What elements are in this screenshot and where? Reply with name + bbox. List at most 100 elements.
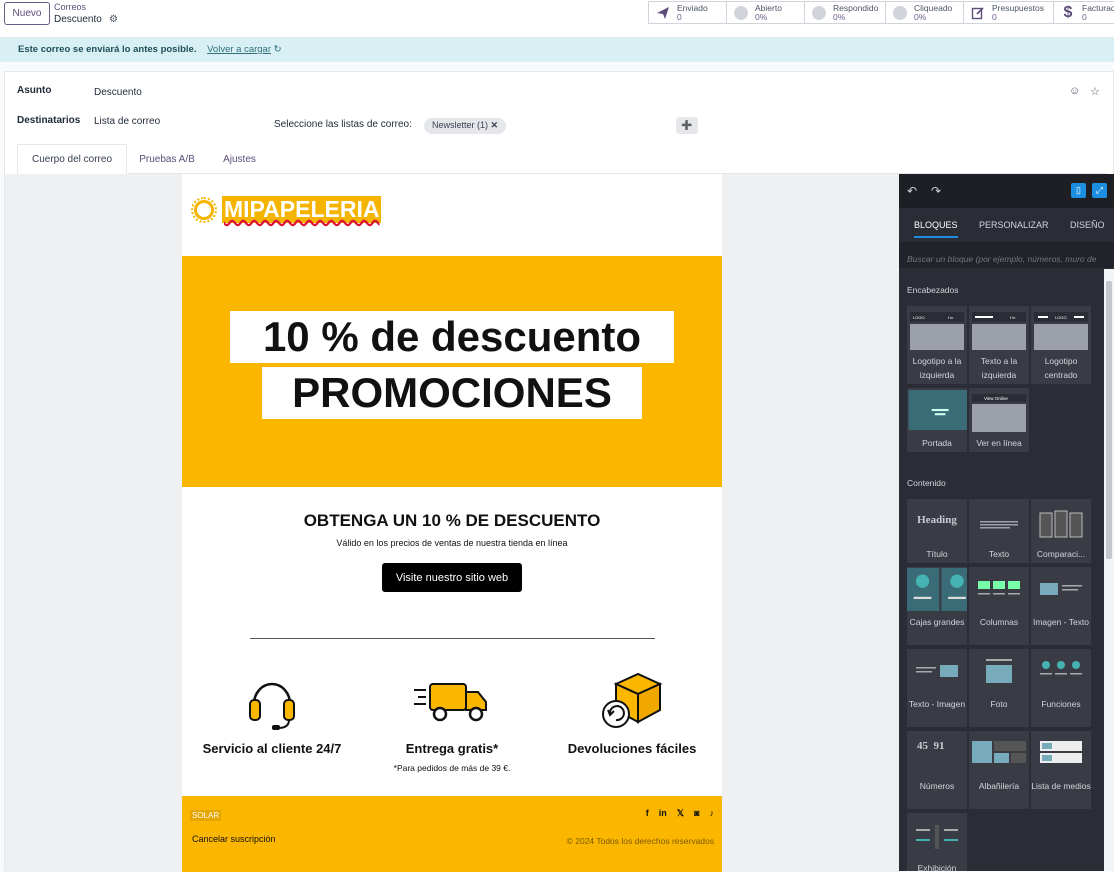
add-user-button[interactable]: ➕ bbox=[676, 117, 698, 134]
sidebar-scrollbar[interactable] bbox=[1104, 269, 1114, 871]
block-label: Texto - Imagen bbox=[908, 699, 966, 709]
instagram-icon[interactable]: ◙ bbox=[694, 808, 699, 819]
stat-label: Presupuestos bbox=[992, 2, 1044, 13]
block-text[interactable]: Texto bbox=[969, 499, 1029, 563]
tiktok-icon[interactable]: ♪ bbox=[710, 808, 715, 819]
block-thumbnail bbox=[1039, 510, 1083, 538]
hero-banner[interactable]: 10 % de descuento PROMOCIONES bbox=[182, 256, 722, 487]
block-text-left[interactable]: f in Texto a la izquierda bbox=[969, 306, 1029, 384]
scrollbar-thumb[interactable] bbox=[1106, 281, 1112, 559]
reload-link[interactable]: Volver a cargar bbox=[207, 44, 271, 55]
block-numbers[interactable]: 45 91 Números bbox=[907, 731, 967, 809]
email-footer[interactable]: SOLAR f in 𝕏 ◙ ♪ Cancelar suscripción © … bbox=[182, 796, 722, 872]
block-logo-centered[interactable]: LOGO Logotipo centrado bbox=[1031, 306, 1091, 384]
block-cover[interactable]: Portada bbox=[907, 388, 967, 452]
delivery-truck-icon bbox=[362, 669, 542, 733]
block-thumbnail: f in bbox=[972, 312, 1026, 350]
stat-invoiced-button[interactable]: $ Facturado0 bbox=[1053, 1, 1114, 24]
stat-label: Facturado bbox=[1082, 2, 1114, 13]
block-title[interactable]: Heading Título bbox=[907, 499, 967, 563]
stat-replied-button[interactable]: Respondido 0% bbox=[804, 1, 886, 24]
tab-settings[interactable]: Ajustes bbox=[212, 144, 267, 174]
block-thumbnail bbox=[1040, 741, 1082, 763]
emoji-icon[interactable]: ☺ bbox=[1069, 85, 1080, 97]
tag-label: Newsletter (1) bbox=[432, 120, 489, 130]
block-label: Logotipo a la izquierda bbox=[912, 356, 962, 380]
section-title-content: Contenido bbox=[907, 478, 946, 488]
block-features[interactable]: Funciones bbox=[1031, 649, 1091, 727]
star-icon[interactable]: ☆ bbox=[1090, 85, 1100, 98]
fullscreen-icon[interactable]: ⤢ bbox=[1092, 183, 1107, 198]
linkedin-icon[interactable]: in bbox=[659, 808, 667, 819]
block-comparison[interactable]: Comparaci... bbox=[1031, 499, 1091, 563]
block-thumbnail bbox=[908, 390, 967, 430]
gear-icon[interactable]: ⚙ bbox=[109, 14, 118, 25]
block-text-image[interactable]: Texto - Imagen bbox=[907, 649, 967, 727]
new-button[interactable]: Nuevo bbox=[4, 2, 50, 25]
feature-delivery[interactable]: Entrega gratis* *Para pedidos de más de … bbox=[362, 669, 542, 773]
stat-clicked-button[interactable]: Cliqueado 0% bbox=[885, 1, 964, 24]
recipients-select[interactable]: Lista de correo bbox=[94, 116, 160, 127]
notice-text: Este correo se enviará lo antes posible. bbox=[18, 44, 197, 55]
block-thumbnail bbox=[986, 659, 1012, 683]
brand-logo[interactable]: MIPAPELERIA bbox=[191, 196, 382, 223]
sun-logo-icon bbox=[191, 196, 217, 223]
block-label: Foto bbox=[990, 699, 1008, 709]
offer-subtitle[interactable]: Válido en los precios de ventas de nuest… bbox=[182, 538, 722, 548]
return-box-icon bbox=[542, 669, 722, 733]
breadcrumb-parent[interactable]: Correos bbox=[54, 2, 86, 12]
tab-mail-body[interactable]: Cuerpo del correo bbox=[17, 144, 127, 174]
block-photo[interactable]: Foto bbox=[969, 649, 1029, 727]
block-thumbnail: LOGO f in bbox=[910, 312, 964, 350]
edit-icon bbox=[970, 5, 986, 21]
subject-field[interactable]: Descuento bbox=[94, 87, 142, 98]
block-label: Cajas grandes bbox=[909, 617, 965, 627]
block-thumbnail bbox=[972, 741, 1026, 763]
remove-tag-icon[interactable]: ✕ bbox=[491, 120, 499, 130]
refresh-icon[interactable]: ↻ bbox=[274, 44, 282, 55]
block-big-boxes[interactable]: Cajas grandes bbox=[907, 567, 967, 645]
tab-ab-tests[interactable]: Pruebas A/B bbox=[132, 144, 202, 174]
stat-value: 0% bbox=[833, 11, 846, 22]
stat-value: 0 bbox=[1082, 11, 1087, 22]
block-thumbnail bbox=[907, 567, 967, 611]
x-twitter-icon[interactable]: 𝕏 bbox=[677, 808, 684, 819]
tab-design[interactable]: DISEÑO bbox=[1070, 220, 1105, 230]
block-logo-left[interactable]: LOGO f in Logotipo a la izquierda bbox=[907, 306, 967, 384]
facebook-icon[interactable]: f bbox=[646, 808, 649, 819]
svg-text:LOGO: LOGO bbox=[913, 315, 925, 320]
feature-title: Devoluciones fáciles bbox=[567, 741, 697, 756]
feature-support[interactable]: Servicio al cliente 24/7 bbox=[182, 669, 362, 757]
brand-name: MIPAPELERIA bbox=[222, 196, 382, 223]
offer-title[interactable]: OBTENGA UN 10 % DE DESCUENTO bbox=[182, 511, 722, 531]
block-image-text[interactable]: Imagen - Texto bbox=[1031, 567, 1091, 645]
block-label: Números bbox=[919, 781, 955, 791]
stat-sent-button[interactable]: Enviado 0 bbox=[648, 1, 727, 24]
svg-text:LOGO: LOGO bbox=[1055, 315, 1067, 320]
block-columns[interactable]: Columnas bbox=[969, 567, 1029, 645]
svg-text:View Online: View Online bbox=[984, 396, 1008, 401]
paper-plane-icon bbox=[655, 5, 671, 21]
hero-subheadline[interactable]: PROMOCIONES bbox=[262, 367, 642, 419]
block-label: Portada bbox=[922, 438, 952, 448]
undo-icon[interactable]: ↶ bbox=[907, 184, 917, 198]
visit-website-button[interactable]: Visite nuestro sitio web bbox=[382, 563, 522, 592]
editor-toolbar: ↶ ↷ ▯ ⤢ bbox=[899, 174, 1114, 208]
redo-icon[interactable]: ↷ bbox=[931, 184, 941, 198]
hero-headline[interactable]: 10 % de descuento bbox=[230, 311, 674, 363]
mailing-list-tag: Newsletter (1) ✕ bbox=[424, 118, 507, 134]
block-label: Funciones bbox=[1041, 699, 1081, 709]
circle-progress-icon bbox=[733, 5, 749, 21]
unsubscribe-link[interactable]: Cancelar suscripción bbox=[192, 834, 276, 844]
stat-quotations-button[interactable]: Presupuestos 0 bbox=[963, 1, 1054, 24]
tab-blocks[interactable]: BLOQUES bbox=[914, 220, 958, 238]
block-showcase[interactable]: Exhibición bbox=[907, 813, 967, 871]
block-media-list[interactable]: Lista de medios bbox=[1031, 731, 1091, 809]
feature-returns[interactable]: Devoluciones fáciles bbox=[542, 669, 722, 757]
stat-opened-button[interactable]: Abierto 0% bbox=[726, 1, 805, 24]
tab-customize[interactable]: PERSONALIZAR bbox=[979, 220, 1049, 230]
block-search-input[interactable] bbox=[899, 242, 1114, 268]
block-view-online[interactable]: View Online Ver en línea bbox=[969, 388, 1029, 452]
block-masonry[interactable]: Albañilería bbox=[969, 731, 1029, 809]
mobile-preview-icon[interactable]: ▯ bbox=[1071, 183, 1086, 198]
